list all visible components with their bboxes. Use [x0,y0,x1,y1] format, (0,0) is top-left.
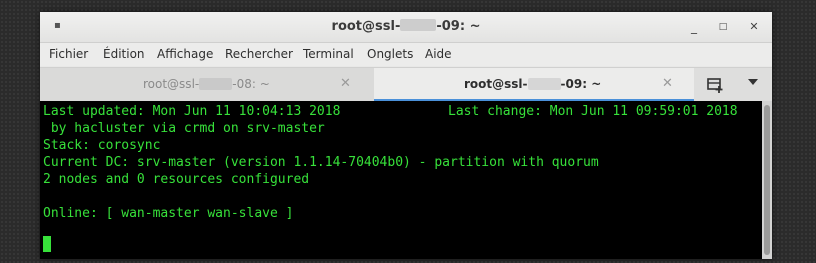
terminal-line: Current DC: srv-master (version 1.1.14-7… [43,155,599,170]
terminal-window: ▪ root@ssl- -09: ~ _ □ ✕ Fichier Édition … [40,12,772,259]
maximize-button[interactable]: □ [716,20,730,34]
terminal-line: Last updated: Mon Jun 11 10:04:13 2018 [43,104,341,119]
new-tab-icon[interactable] [705,74,725,94]
menubar: Fichier Édition Affichage Rechercher Ter… [40,43,772,66]
menu-affichage[interactable]: Affichage [157,47,213,61]
terminal-cursor [43,236,51,252]
tab-ssl-08[interactable]: root@ssl- -08: ~ ✕ [40,68,374,101]
terminal-output[interactable]: Last updated: Mon Jun 11 10:04:13 2018 L… [40,101,762,259]
tab-label: root@ssl- -08: ~ [143,77,270,91]
terminal-line: Stack: corosync [43,138,161,153]
redacted-hostname [527,78,561,90]
redacted-hostname [199,78,233,90]
tab-ssl-09[interactable]: root@ssl- -09: ~ ✕ [374,68,694,101]
minimize-button[interactable]: _ [687,20,701,34]
menu-rechercher[interactable]: Rechercher [225,47,293,61]
tab-close-icon[interactable]: ✕ [340,76,351,91]
window-title: root@ssl- -09: ~ [331,19,481,34]
tab-bar: root@ssl- -08: ~ ✕ root@ssl- -09: ~ ✕ [40,67,772,102]
terminal-line: 2 nodes and 0 resources configured [43,172,310,187]
terminal-last-change: Last change: Mon Jun 11 09:59:01 2018 [448,104,738,119]
menu-terminal[interactable]: Terminal [303,47,354,61]
tab-label: root@ssl- -09: ~ [464,77,602,91]
tab-close-icon[interactable]: ✕ [662,76,673,91]
terminal-line: Online: [ wan-master wan-slave ] [43,206,294,221]
terminal-line: by hacluster via crmd on srv-master [43,121,325,136]
menu-fichier[interactable]: Fichier [49,47,88,61]
redacted-hostname [400,19,437,31]
menu-onglets[interactable]: Onglets [367,47,413,61]
scrollbar-thumb[interactable] [764,105,770,255]
close-window-button[interactable]: ✕ [747,20,761,34]
menu-aide[interactable]: Aide [425,47,452,61]
tab-menu-dropdown-icon[interactable] [748,79,758,85]
titlebar: ▪ root@ssl- -09: ~ _ □ ✕ [40,12,772,43]
terminal-scrollbar[interactable] [762,101,772,259]
menu-edition[interactable]: Édition [103,47,145,61]
